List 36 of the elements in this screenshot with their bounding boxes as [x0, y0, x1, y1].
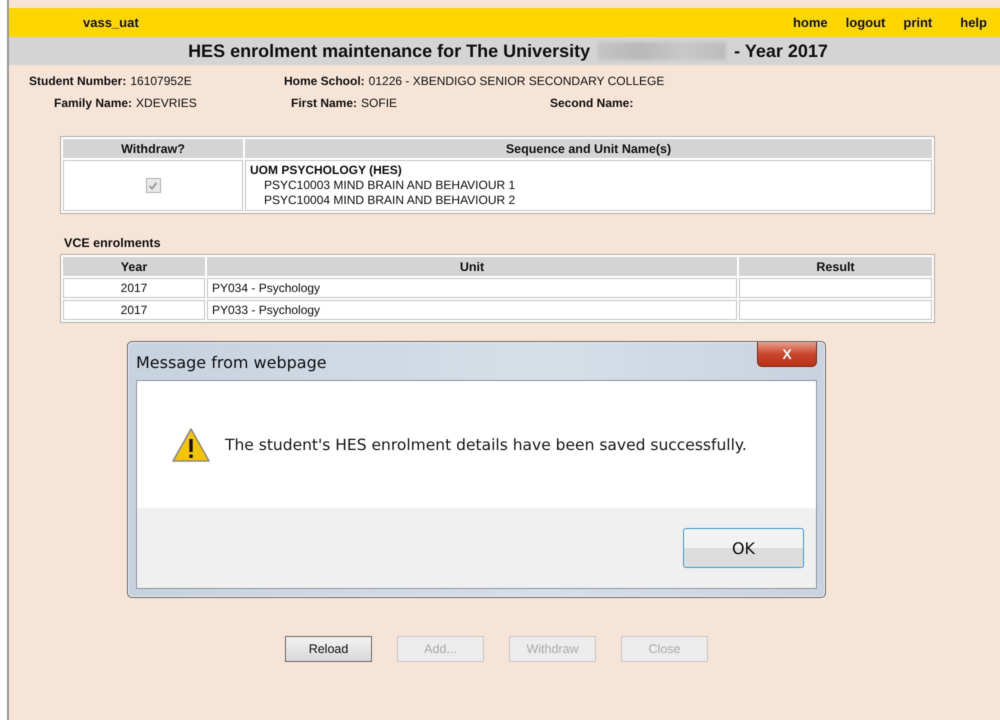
ok-button[interactable]: OK — [683, 528, 804, 568]
table-cell: 2017 — [63, 278, 205, 298]
field-label: Second Name: — [550, 96, 634, 110]
dialog-dismiss-x[interactable]: X — [757, 342, 817, 367]
nav-link[interactable]: home — [792, 15, 828, 30]
page-title-year: - Year 2017 — [734, 40, 828, 62]
field-value: 01226 - XBENDIGO SENIOR SECONDARY COLLEGE — [368, 74, 664, 88]
column-header: Year — [63, 257, 205, 276]
dialog-title: Message from webpage — [136, 353, 327, 372]
column-header: Unit — [207, 257, 737, 276]
field-label: First Name: — [291, 96, 358, 110]
nav-link[interactable]: help — [960, 15, 987, 30]
column-header: Withdraw? — [63, 139, 243, 158]
action-button[interactable]: Reload — [285, 636, 372, 662]
field-value: 16107952E — [130, 74, 192, 88]
column-header: Result — [739, 257, 932, 276]
nav-link[interactable]: print — [903, 15, 932, 30]
page-title: HES enrolment maintenance for The University — [188, 40, 590, 62]
section-heading: VCE enrolments — [64, 236, 162, 250]
table-cell: PY033 - Psychology — [207, 300, 737, 320]
dialog-message: The student's HES enrolment details have been saved successfully. — [225, 436, 747, 454]
unit-name: PSYC10003 MIND BRAIN AND BEHAVIOUR 1 — [263, 178, 516, 193]
column-header: Sequence and Unit Name(s) — [245, 139, 932, 158]
nav-link[interactable]: logout — [846, 15, 886, 30]
warning-icon — [171, 426, 211, 462]
field-label: Family Name: — [54, 96, 132, 110]
table-cell: 2017 — [63, 300, 205, 320]
field-value: XDEVRIES — [136, 96, 197, 110]
table-cell: PY034 - Psychology — [207, 278, 737, 298]
app-name: vass_uat — [83, 15, 139, 30]
sequence-name: UOM PSYCHOLOGY (HES) — [250, 163, 403, 178]
field-value: SOFIE — [361, 96, 398, 110]
field-label: Student Number: — [29, 74, 126, 88]
field-label: Home School: — [284, 74, 365, 88]
checkmark-icon — [148, 180, 158, 191]
unit-name: PSYC10004 MIND BRAIN AND BEHAVIOUR 2 — [263, 193, 516, 208]
